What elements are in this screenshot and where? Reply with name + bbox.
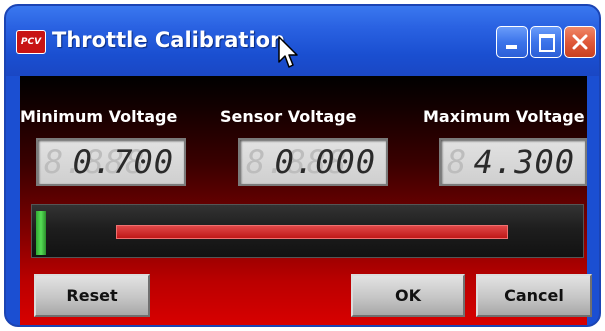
maximum-voltage-ghost-digits: 8 [447, 143, 468, 181]
minimize-icon[interactable] [496, 26, 528, 58]
window-title: Throttle Calibration [52, 28, 286, 52]
cancel-button[interactable]: Cancel [476, 274, 592, 317]
sensor-voltage-value: 0.000 [274, 143, 376, 181]
sensor-voltage-display: 8.888 0.000 [238, 138, 388, 186]
close-icon[interactable] [564, 26, 596, 58]
app-icon[interactable]: PCV [16, 30, 46, 54]
mouse-pointer-icon [278, 36, 298, 68]
sensor-voltage-label: Sensor Voltage [220, 107, 357, 126]
maximum-voltage-value: 4.300 [473, 143, 575, 181]
title-bar[interactable]: PCV Throttle Calibration [6, 6, 599, 76]
sensor-position-indicator [36, 211, 46, 255]
minimum-voltage-value: 0.700 [72, 143, 174, 181]
minimum-voltage-display: 8.888 0.700 [36, 138, 186, 186]
ok-button[interactable]: OK [351, 274, 465, 317]
maximum-voltage-display: 8 4.300 [439, 138, 587, 186]
reset-button[interactable]: Reset [34, 274, 150, 317]
minimum-voltage-label: Minimum Voltage [20, 107, 178, 126]
client-area: Minimum Voltage Sensor Voltage Maximum V… [20, 76, 592, 325]
maximum-voltage-label: Maximum Voltage [423, 107, 585, 126]
maximize-icon[interactable] [530, 26, 562, 58]
throttle-position-bar [31, 204, 584, 258]
calibration-range-bar [116, 225, 508, 239]
calibration-window: PCV Throttle Calibration Minimum Voltage… [4, 4, 601, 327]
